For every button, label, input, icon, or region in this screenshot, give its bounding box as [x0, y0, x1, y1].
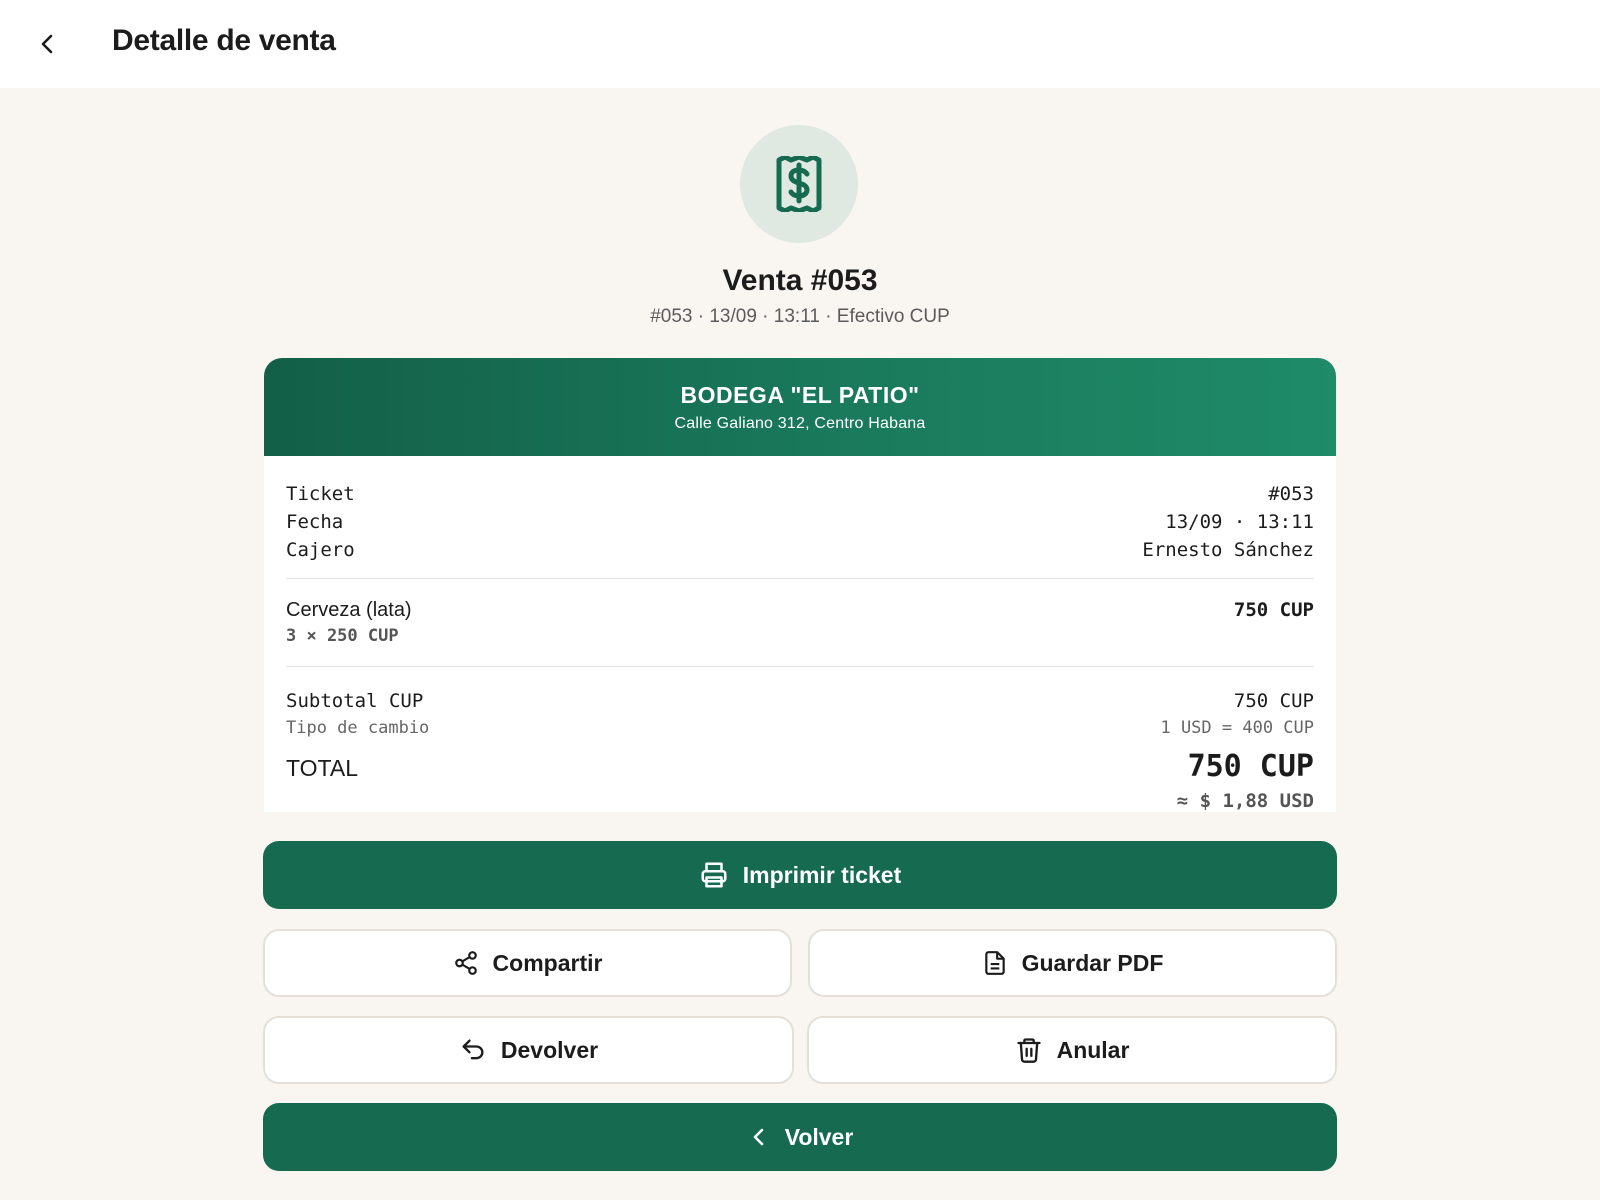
total-usd: ≈ $ 1,88 USD	[1176, 790, 1314, 812]
print-ticket-label: Imprimir ticket	[742, 861, 902, 888]
subtotal-row: Subtotal CUP 750 CUP	[286, 687, 1314, 715]
info-label: Fecha	[286, 511, 344, 533]
page-title: Detalle de venta	[112, 24, 336, 57]
info-value: #053	[1268, 483, 1314, 505]
back-label: Volver	[784, 1123, 854, 1150]
back-button[interactable]	[24, 20, 72, 68]
share-button[interactable]: Compartir	[263, 929, 792, 997]
share-icon	[453, 950, 479, 976]
refund-button[interactable]: Devolver	[263, 1016, 794, 1084]
sale-meta: #053 · 13/09 · 13:11 · Efectivo CUP	[650, 306, 950, 327]
receipt-info: Ticket #053 Fecha 13/09 · 13:11 Cajero E…	[286, 456, 1314, 579]
top-bar: Detalle de venta	[0, 0, 1600, 88]
save-pdf-label: Guardar PDF	[1021, 949, 1164, 976]
info-row-date: Fecha 13/09 · 13:11	[286, 508, 1314, 536]
info-value: 13/09 · 13:11	[1165, 511, 1314, 533]
info-row-cashier: Cajero Ernesto Sánchez	[286, 536, 1314, 564]
void-button[interactable]: Anular	[807, 1016, 1337, 1084]
receipt-dollar-icon	[776, 156, 822, 212]
rate-value: 1 USD = 400 CUP	[1160, 718, 1314, 738]
total-label: TOTAL	[286, 755, 358, 781]
print-ticket-button[interactable]: Imprimir ticket	[263, 841, 1337, 909]
total-row: TOTAL 750 CUP	[286, 749, 1314, 784]
document-icon	[982, 950, 1008, 976]
trash-icon	[1015, 1036, 1043, 1064]
printer-icon	[699, 860, 729, 890]
total-value: 750 CUP	[1187, 749, 1314, 784]
undo-icon	[459, 1036, 487, 1064]
info-label: Cajero	[286, 539, 355, 561]
back-bottom-button[interactable]: Volver	[263, 1103, 1337, 1171]
chevron-left-icon	[41, 34, 53, 54]
receipt-card: BODEGA "EL PATIO" Calle Galiano 312, Cen…	[264, 358, 1336, 812]
receipt-body: Ticket #053 Fecha 13/09 · 13:11 Cajero E…	[264, 456, 1336, 812]
sale-title: Venta #053	[722, 264, 878, 297]
subtotal-value: 750 CUP	[1233, 690, 1314, 712]
store-name: BODEGA "EL PATIO"	[680, 382, 920, 408]
subtotal-label: Subtotal CUP	[286, 690, 424, 712]
totals: Subtotal CUP 750 CUP Tipo de cambio 1 US…	[286, 667, 1314, 812]
item-total: 750 CUP	[1233, 599, 1314, 621]
refund-label: Devolver	[500, 1036, 599, 1063]
sale-icon-badge	[740, 125, 858, 243]
info-label: Ticket	[286, 483, 355, 505]
rate-label: Tipo de cambio	[286, 718, 430, 738]
receipt-header: BODEGA "EL PATIO" Calle Galiano 312, Cen…	[264, 358, 1336, 456]
info-row-ticket: Ticket #053	[286, 480, 1314, 508]
chevron-left-icon	[747, 1125, 771, 1149]
save-pdf-button[interactable]: Guardar PDF	[808, 929, 1337, 997]
total-usd-row: ≈ $ 1,88 USD	[286, 790, 1314, 812]
line-item: Cerveza (lata) 3 × 250 CUP 750 CUP	[286, 579, 1314, 667]
info-value: Ernesto Sánchez	[1142, 539, 1314, 561]
exchange-rate-row: Tipo de cambio 1 USD = 400 CUP	[286, 715, 1314, 741]
share-label: Compartir	[492, 949, 603, 976]
line-item-row: Cerveza (lata) 3 × 250 CUP 750 CUP	[286, 599, 1314, 646]
void-label: Anular	[1056, 1036, 1130, 1063]
app: Detalle de venta Venta #053 #053 · 13/09…	[0, 0, 1600, 1200]
line-item-details: Cerveza (lata) 3 × 250 CUP	[286, 599, 412, 646]
item-quantity: 3 × 250 CUP	[286, 626, 399, 646]
item-name: Cerveza (lata)	[286, 599, 412, 621]
store-address: Calle Galiano 312, Centro Habana	[674, 415, 926, 432]
